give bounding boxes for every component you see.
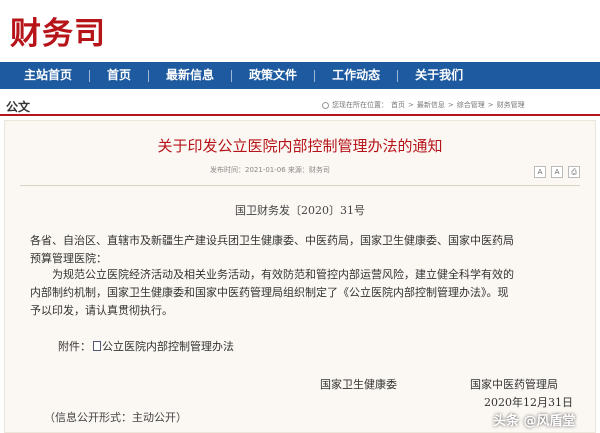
signer-tcm: 国家中医药管理局: [470, 378, 558, 391]
body-paragraph: 为规范公立医院经济活动及相关业务活动，有效防范和管控内部运营风险，建立健全科学有…: [30, 266, 514, 320]
nav-item-main-home[interactable]: 主站首页: [0, 62, 89, 89]
article-title: 关于印发公立医院内部控制管理办法的通知: [157, 137, 443, 155]
breadcrumb: 您现在所在位置： 首页 > 最新信息 > 综合管理 > 财务管理: [322, 100, 525, 110]
font-increase-button[interactable]: A: [534, 166, 546, 178]
section-bar: 公文 您现在所在位置： 首页 > 最新信息 > 综合管理 > 财务管理: [0, 96, 600, 116]
breadcrumb-prefix: 您现在所在位置：: [332, 101, 388, 109]
print-icon[interactable]: ⎙: [568, 166, 580, 178]
article-meta: 发布时间：2021-01-06 来源：财务司: [210, 166, 330, 174]
main-nav: 主站首页 首页 最新信息 政策文件 工作动态 关于我们: [0, 62, 600, 89]
site-header: 财务司: [0, 0, 600, 60]
location-icon: [322, 101, 329, 109]
nav-item-policy[interactable]: 政策文件: [232, 62, 314, 89]
disclosure-note: （信息公开形式：主动公开）: [44, 411, 187, 424]
attachment-link[interactable]: 公立医院内部控制管理办法: [102, 338, 234, 354]
section-label: 公文: [6, 100, 31, 114]
paragraph-line: 内部制约机制，国家卫生健康委和国家中医药管理局组织制定了《公立医院内部控制管理办…: [30, 286, 509, 299]
paragraph-line: 为规范公立医院经济活动及相关业务活动，有效防范和管控内部运营风险，建立健全科学有…: [52, 268, 514, 281]
breadcrumb-sep: >: [487, 101, 494, 109]
paragraph-line: 予以印发，请认真贯彻执行。: [30, 304, 173, 317]
breadcrumb-latest[interactable]: 最新信息: [417, 100, 445, 110]
site-logo[interactable]: 财务司: [10, 8, 106, 53]
document-icon: [93, 341, 101, 351]
nav-item-work-news[interactable]: 工作动态: [315, 62, 397, 89]
document-number: 国卫财务发〔2020〕31号: [235, 204, 365, 217]
font-decrease-button[interactable]: A: [551, 166, 563, 178]
nav-item-latest[interactable]: 最新信息: [149, 62, 231, 89]
breadcrumb-sep: >: [408, 101, 414, 109]
breadcrumb-sep: >: [447, 101, 454, 109]
recipients: 各省、自治区、直辖市及新疆生产建设兵团卫生健康委、中医药局，国家卫生健康委、国家…: [30, 232, 514, 268]
article-tools: A A ⎙: [534, 166, 580, 178]
nav-item-about[interactable]: 关于我们: [398, 62, 480, 89]
breadcrumb-home[interactable]: 首页: [391, 100, 405, 110]
breadcrumb-finance[interactable]: 财务管理: [497, 100, 525, 110]
attachment-prefix: 附件：: [58, 340, 91, 353]
attachment: 附件： 公立医院内部控制管理办法: [58, 338, 234, 354]
watermark: 头条 @风盾堂: [493, 414, 576, 429]
signer-nhc: 国家卫生健康委: [320, 378, 397, 391]
breadcrumb-general[interactable]: 综合管理: [457, 100, 485, 110]
divider: [20, 185, 580, 186]
signing-date: 2020年12月31日: [484, 396, 573, 409]
recipients-line: 各省、自治区、直辖市及新疆生产建设兵团卫生健康委、中医药局，国家卫生健康委、国家…: [30, 234, 514, 247]
nav-item-home[interactable]: 首页: [90, 62, 148, 89]
